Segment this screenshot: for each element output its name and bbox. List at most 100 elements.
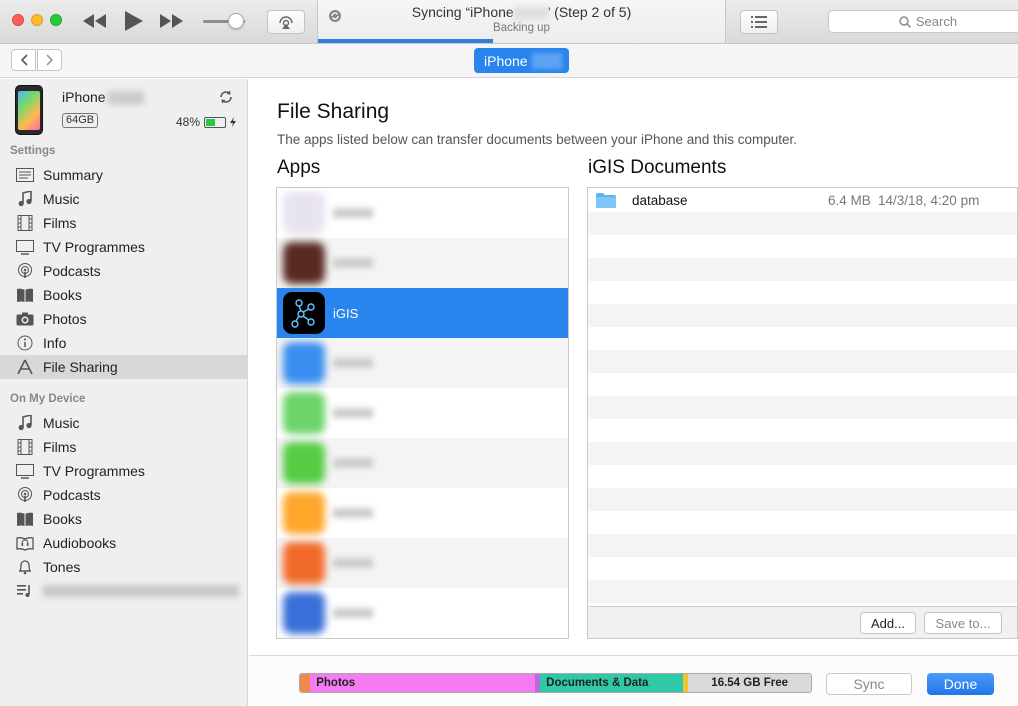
search-input[interactable]: Search — [828, 10, 1018, 33]
list-view-button[interactable] — [740, 10, 778, 34]
fast-forward-icon[interactable] — [158, 10, 184, 32]
app-row[interactable] — [277, 388, 568, 438]
app-name — [333, 558, 373, 568]
sidebar-item-label: Music — [43, 191, 80, 207]
save-to-button[interactable]: Save to... — [924, 612, 1002, 634]
app-name — [333, 208, 373, 218]
sidebar-item-device-tv-programmes[interactable]: TV Programmes — [0, 459, 247, 483]
app-row[interactable] — [277, 438, 568, 488]
music-note-icon — [15, 190, 35, 208]
sidebar-item-books[interactable]: Books — [0, 283, 247, 307]
sidebar-item-label: Books — [43, 287, 82, 303]
sidebar-item-info[interactable]: Info — [0, 331, 247, 355]
document-row-empty — [588, 235, 1017, 258]
book-icon — [15, 286, 35, 304]
battery-icon — [204, 116, 227, 128]
forward-button[interactable] — [37, 49, 62, 71]
apps-list[interactable]: iGIS — [276, 187, 569, 639]
done-button[interactable]: Done — [927, 673, 994, 695]
document-row-empty — [588, 534, 1017, 557]
document-row-empty — [588, 396, 1017, 419]
sync-icon[interactable] — [218, 89, 234, 105]
back-button[interactable] — [11, 49, 36, 71]
app-name — [333, 258, 373, 268]
document-row-empty — [588, 281, 1017, 304]
device-button-label: iPhone — [484, 52, 528, 69]
app-row[interactable]: iGIS — [277, 288, 568, 338]
sidebar-item-device-books[interactable]: Books — [0, 507, 247, 531]
sync-button[interactable]: Sync — [826, 673, 912, 695]
app-row[interactable] — [277, 338, 568, 388]
document-row-empty — [588, 419, 1017, 442]
search-icon — [899, 15, 911, 28]
play-icon[interactable] — [122, 10, 146, 32]
playlist-icon — [15, 582, 35, 600]
navigation-bar: iPhone — [0, 44, 1018, 78]
app-name — [333, 408, 373, 418]
device-button[interactable]: iPhone — [474, 48, 569, 73]
sidebar-item-playlist[interactable] — [0, 579, 247, 603]
sidebar-item-label: Podcasts — [43, 487, 101, 503]
sidebar-item-device-tones[interactable]: Tones — [0, 555, 247, 579]
app-icon — [283, 342, 325, 384]
book-icon — [15, 510, 35, 528]
app-icon — [283, 242, 325, 284]
close-window-button[interactable] — [12, 14, 24, 26]
sidebar-item-tv-programmes[interactable]: TV Programmes — [0, 235, 247, 259]
app-row[interactable] — [277, 238, 568, 288]
document-size: 6.4 MB — [828, 193, 871, 208]
sidebar-item-file-sharing[interactable]: File Sharing — [0, 355, 247, 379]
rewind-icon[interactable] — [82, 10, 108, 32]
sidebar-item-device-audiobooks[interactable]: Audiobooks — [0, 531, 247, 555]
sidebar-item-device-music[interactable]: Music — [0, 411, 247, 435]
igis-app-icon — [283, 292, 325, 334]
document-row-empty — [588, 580, 1017, 603]
list-icon — [751, 16, 767, 28]
volume-slider-knob[interactable] — [228, 13, 244, 29]
document-row-empty — [588, 373, 1017, 396]
app-row[interactable] — [277, 488, 568, 538]
file-sharing-panel: File Sharing The apps listed below can t… — [249, 79, 1018, 706]
app-icon — [283, 492, 325, 534]
capacity-segment: 16.54 GB Free — [688, 674, 811, 692]
document-row[interactable]: database 6.4 MB 14/3/18, 4:20 pm — [588, 189, 1017, 212]
sync-status-title: Syncing “iPhone’ (Step 2 of 5) — [411, 4, 632, 20]
sidebar-item-label: Podcasts — [43, 263, 101, 279]
bottom-bar: Photos Documents & Data 16.54 GB Free Sync… — [249, 655, 1018, 706]
camera-icon — [15, 310, 35, 328]
on-my-device-heading: On My Device — [10, 393, 86, 405]
capacity-segment — [300, 674, 311, 692]
sidebar-item-device-films[interactable]: Films — [0, 435, 247, 459]
sidebar-item-photos[interactable]: Photos — [0, 307, 247, 331]
document-row-empty — [588, 488, 1017, 511]
app-icon — [283, 542, 325, 584]
sidebar-item-device-podcasts[interactable]: Podcasts — [0, 483, 247, 507]
sidebar-item-music[interactable]: Music — [0, 187, 247, 211]
sidebar-item-label: Films — [43, 215, 77, 231]
status-display: Syncing “iPhone’ (Step 2 of 5) Backing u… — [317, 0, 726, 43]
document-row-empty — [588, 327, 1017, 350]
minimize-window-button[interactable] — [31, 14, 43, 26]
capacity-bar: Photos Documents & Data 16.54 GB Free — [299, 673, 812, 693]
sidebar-item-label: Photos — [43, 311, 87, 327]
podcast-icon — [15, 262, 35, 280]
zoom-window-button[interactable] — [50, 14, 62, 26]
sidebar-item-label: File Sharing — [43, 359, 118, 375]
add-button[interactable]: Add... — [860, 612, 916, 634]
info-icon — [15, 334, 35, 352]
document-row-empty — [588, 258, 1017, 281]
app-row[interactable] — [277, 588, 568, 638]
page-title: File Sharing — [277, 100, 390, 123]
app-row[interactable] — [277, 538, 568, 588]
documents-list[interactable]: database 6.4 MB 14/3/18, 4:20 pm Add... … — [587, 187, 1018, 639]
sync-progress-bar — [318, 39, 493, 43]
document-name: database — [632, 193, 688, 208]
app-row[interactable] — [277, 188, 568, 238]
sidebar-item-summary[interactable]: Summary — [0, 163, 247, 187]
toolbar: Syncing “iPhone’ (Step 2 of 5) Backing u… — [0, 0, 1018, 44]
documents-heading: iGIS Documents — [588, 157, 727, 178]
sidebar-item-podcasts[interactable]: Podcasts — [0, 259, 247, 283]
film-icon — [15, 214, 35, 232]
sidebar-item-films[interactable]: Films — [0, 211, 247, 235]
airplay-button[interactable] — [267, 10, 305, 34]
